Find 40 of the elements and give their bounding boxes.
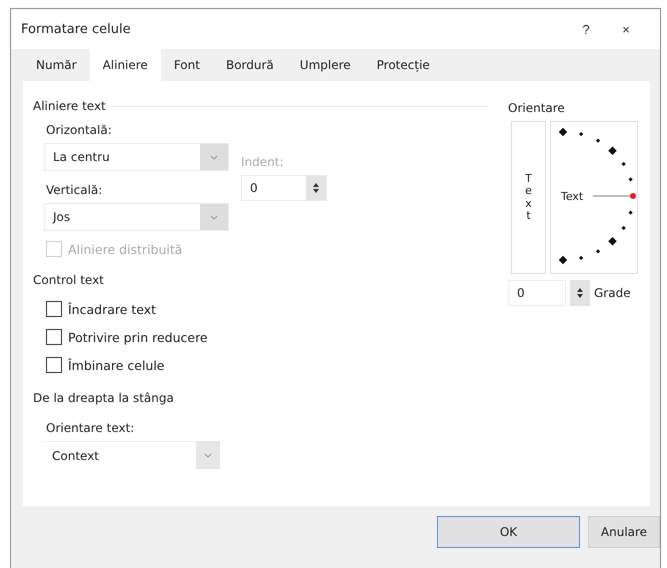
section-title: Aliniere text [33,99,106,113]
checkbox[interactable] [46,329,62,345]
vertical-dropdown[interactable]: Jos [44,203,229,231]
section-title: De la dreapta la stânga [33,391,174,405]
tab[interactable]: Aliniere [90,49,161,81]
indent-spinner[interactable]: 0 [241,175,327,201]
degrees-field[interactable]: 0 [508,280,566,306]
vertical-text-option[interactable]: Text [511,121,546,274]
checkbox[interactable] [46,357,62,373]
cancel-button[interactable]: Anulare [588,516,660,548]
checkbox-label: Aliniere distribuită [68,242,182,256]
chevron-down-icon [210,214,218,220]
field-label: Orientare text: [46,421,136,435]
tab[interactable]: Font [160,49,213,81]
spinner-arrows-icon[interactable] [312,181,320,195]
dial-text: Text [561,190,584,203]
spinner-arrows-icon[interactable] [576,286,584,300]
section-title: Control text [33,273,104,287]
checkbox-label: Îmbinare celule [68,358,165,372]
field-label: Indent: [241,155,284,169]
chevron-down-icon [204,452,212,458]
field-label: Verticală: [46,183,104,197]
help-button[interactable]: ? [566,22,606,36]
field-label: Grade [594,286,631,300]
tab[interactable]: Protecție [364,49,443,81]
horizontal-dropdown[interactable]: La centru [44,143,229,171]
ok-button[interactable]: OK [437,516,580,548]
checkbox-label: Încadrare text [68,302,156,316]
close-button[interactable]: × [606,22,646,36]
checkbox[interactable] [46,301,62,317]
tab[interactable]: Număr [23,49,90,81]
checkbox-label: Potrivire prin reducere [68,330,208,344]
text-direction-dropdown[interactable]: Context [44,441,220,469]
chevron-down-icon [210,154,218,160]
field-label: Orizontală: [46,123,113,137]
section-title: Orientare [508,101,566,115]
tab[interactable]: Bordură [212,49,287,81]
window-title: Formatare celule [21,22,132,36]
orientation-dial[interactable]: Text [550,121,638,274]
tab[interactable]: Umplere [286,49,364,81]
